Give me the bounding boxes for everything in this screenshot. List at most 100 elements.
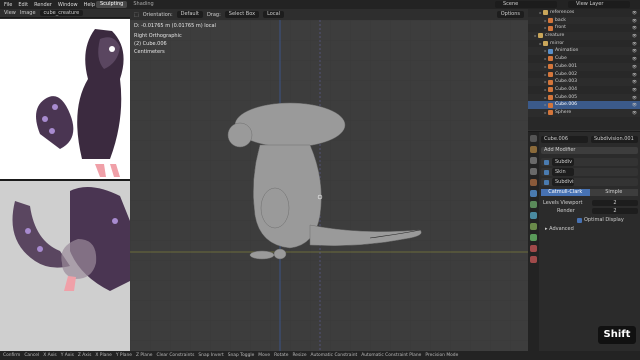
visibility-eye-icon[interactable]: 👁 [632, 55, 637, 63]
options-menu[interactable]: Options [496, 11, 524, 18]
simple-option[interactable]: Simple [589, 189, 638, 196]
scene-selector[interactable]: Scene [495, 1, 557, 8]
outliner-row[interactable]: ▸ Cube.001 👁 [528, 62, 640, 71]
modifier-tab-icon[interactable] [530, 190, 537, 197]
object-type-icon [548, 25, 553, 31]
outliner-row[interactable]: ▸ Cube.006 👁 [528, 101, 640, 109]
status-item: Precision Mode [425, 353, 459, 358]
constraints-tab-icon[interactable] [530, 223, 537, 230]
modifier-subdivision-001[interactable]: Subdivisi [541, 178, 638, 186]
active-object: (2) Cube.006 [134, 41, 167, 47]
top-menu-bar: File Edit Render Window Help Sculpting S… [0, 0, 640, 9]
outliner-row-label: references [550, 10, 575, 15]
tool-tab-icon[interactable] [530, 135, 537, 142]
add-modifier-button[interactable]: Add Modifier [541, 147, 638, 154]
outliner-row[interactable]: ▸ front 👁 [528, 24, 640, 32]
object-type-icon [548, 18, 553, 24]
tab-sculpting[interactable]: Sculpting [96, 1, 128, 8]
image-view-menu[interactable]: View [4, 10, 16, 16]
creature-side-illustration [0, 181, 130, 351]
main-menu: File Edit Render Window Help [4, 2, 95, 8]
visibility-eye-icon[interactable]: 👁 [632, 17, 637, 25]
menu-render[interactable]: Render [34, 2, 52, 8]
drag-select[interactable]: Select Box [224, 11, 260, 18]
visibility-eye-icon[interactable]: 👁 [632, 47, 637, 55]
outliner-row[interactable]: ▸ Sphere 👁 [528, 108, 640, 117]
status-item: X Axis [43, 353, 57, 358]
image-editor: View Image cube_creature [0, 9, 130, 179]
outliner-row[interactable]: ▸ Cube.002 👁 [528, 71, 640, 79]
scene-tab-icon[interactable] [530, 168, 537, 175]
object-tab-icon[interactable] [530, 179, 537, 186]
menu-edit[interactable]: Edit [18, 2, 28, 8]
visibility-eye-icon[interactable]: 👁 [632, 78, 637, 86]
outliner-row[interactable]: ▸ Animation 👁 [528, 47, 640, 56]
advanced-panel-toggle[interactable]: ▸ Advanced [541, 226, 638, 232]
status-item: Z Axis [77, 353, 92, 358]
object-type-icon [548, 79, 553, 85]
render-levels-row: Render 2 [541, 208, 638, 214]
texture-tab-icon[interactable] [530, 256, 537, 263]
menu-window[interactable]: Window [58, 2, 78, 8]
render-levels-label: Render [557, 208, 575, 214]
outliner-row[interactable]: ▸ references 👁 [528, 9, 640, 17]
output-tab-icon[interactable] [530, 157, 537, 164]
transform-space-select[interactable]: Local [263, 11, 285, 18]
outliner-row[interactable]: ▸ Cube.003 👁 [528, 78, 640, 86]
object-type-icon [548, 48, 553, 54]
outliner-row[interactable]: ▸ Cube.004 👁 [528, 86, 640, 94]
visibility-eye-icon[interactable]: 👁 [632, 9, 637, 17]
object-name-field[interactable]: Cube.006 [541, 136, 588, 143]
visibility-eye-icon[interactable]: 👁 [632, 32, 637, 40]
tab-shading[interactable]: Shading [129, 1, 157, 8]
visibility-eye-icon[interactable]: 👁 [632, 63, 637, 71]
menu-file[interactable]: File [4, 2, 12, 8]
status-item: Rotate [274, 353, 289, 358]
outliner-row[interactable]: ▸ creature 👁 [528, 32, 640, 40]
outliner-row-label: Cube.001 [555, 63, 578, 69]
visibility-eye-icon[interactable]: 👁 [632, 71, 637, 79]
visibility-eye-icon[interactable]: 👁 [632, 94, 637, 102]
outliner: ▸ references 👁 ▸ back 👁 ▸ front 👁 ▸ creature 👁 ▸ mirr… [528, 9, 640, 130]
image-name-field[interactable]: cube_creature [39, 10, 84, 16]
object-type-icon [543, 10, 548, 16]
modifier-subdivision-name[interactable]: Subdivisi [552, 178, 574, 186]
optimal-display-checkbox[interactable]: Optimal Display [577, 217, 638, 223]
outliner-row[interactable]: ▸ mirror 👁 [528, 40, 640, 48]
levels-viewport-field[interactable]: 2 [592, 200, 638, 206]
outliner-row[interactable]: ▸ Cube.005 👁 [528, 93, 640, 102]
workspace-tabs: Sculpting Shading [96, 1, 158, 8]
subdivision-type-toggle: Catmull-Clark Simple [541, 189, 638, 196]
outliner-row[interactable]: ▸ back 👁 [528, 16, 640, 25]
status-item: Resize [292, 353, 307, 358]
visibility-eye-icon[interactable]: 👁 [632, 24, 637, 32]
modifier-subdiv-name[interactable]: Subdiv [552, 158, 574, 166]
subdiv-modifier-icon [544, 159, 549, 165]
3d-viewport[interactable]: ⬚ Orientation: Default Drag: Select Box … [130, 9, 528, 351]
modifier-subdiv[interactable]: Subdiv [541, 158, 638, 166]
modifier-name-field[interactable]: Subdivision.001 [591, 136, 638, 143]
image-image-menu[interactable]: Image [20, 10, 36, 16]
status-item: Clear Constraints [156, 353, 195, 358]
visibility-eye-icon[interactable]: 👁 [632, 40, 637, 48]
render-tab-icon[interactable] [530, 146, 537, 153]
outliner-row[interactable]: ▸ Cube 👁 [528, 55, 640, 63]
visibility-eye-icon[interactable]: 👁 [632, 101, 637, 109]
outliner-row-label: Animation [555, 48, 579, 54]
physics-tab-icon[interactable] [530, 212, 537, 219]
data-tab-icon[interactable] [530, 234, 537, 241]
visibility-eye-icon[interactable]: 👁 [632, 86, 637, 94]
modifier-skin-name[interactable]: Skin [552, 168, 574, 176]
viewport-mode-icon[interactable]: ⬚ [134, 12, 139, 18]
modifier-skin[interactable]: Skin [541, 168, 638, 176]
orientation-select[interactable]: Default [176, 11, 203, 18]
visibility-eye-icon[interactable]: 👁 [632, 109, 637, 117]
status-item: X Plane [95, 353, 112, 358]
view-layer-selector[interactable]: View Layer [568, 1, 630, 8]
render-levels-field[interactable]: 2 [592, 208, 638, 214]
material-tab-icon[interactable] [530, 245, 537, 252]
catmull-clark-option[interactable]: Catmull-Clark [541, 189, 590, 196]
menu-help[interactable]: Help [84, 2, 95, 8]
drag-label: Drag: [206, 11, 221, 18]
particles-tab-icon[interactable] [530, 201, 537, 208]
